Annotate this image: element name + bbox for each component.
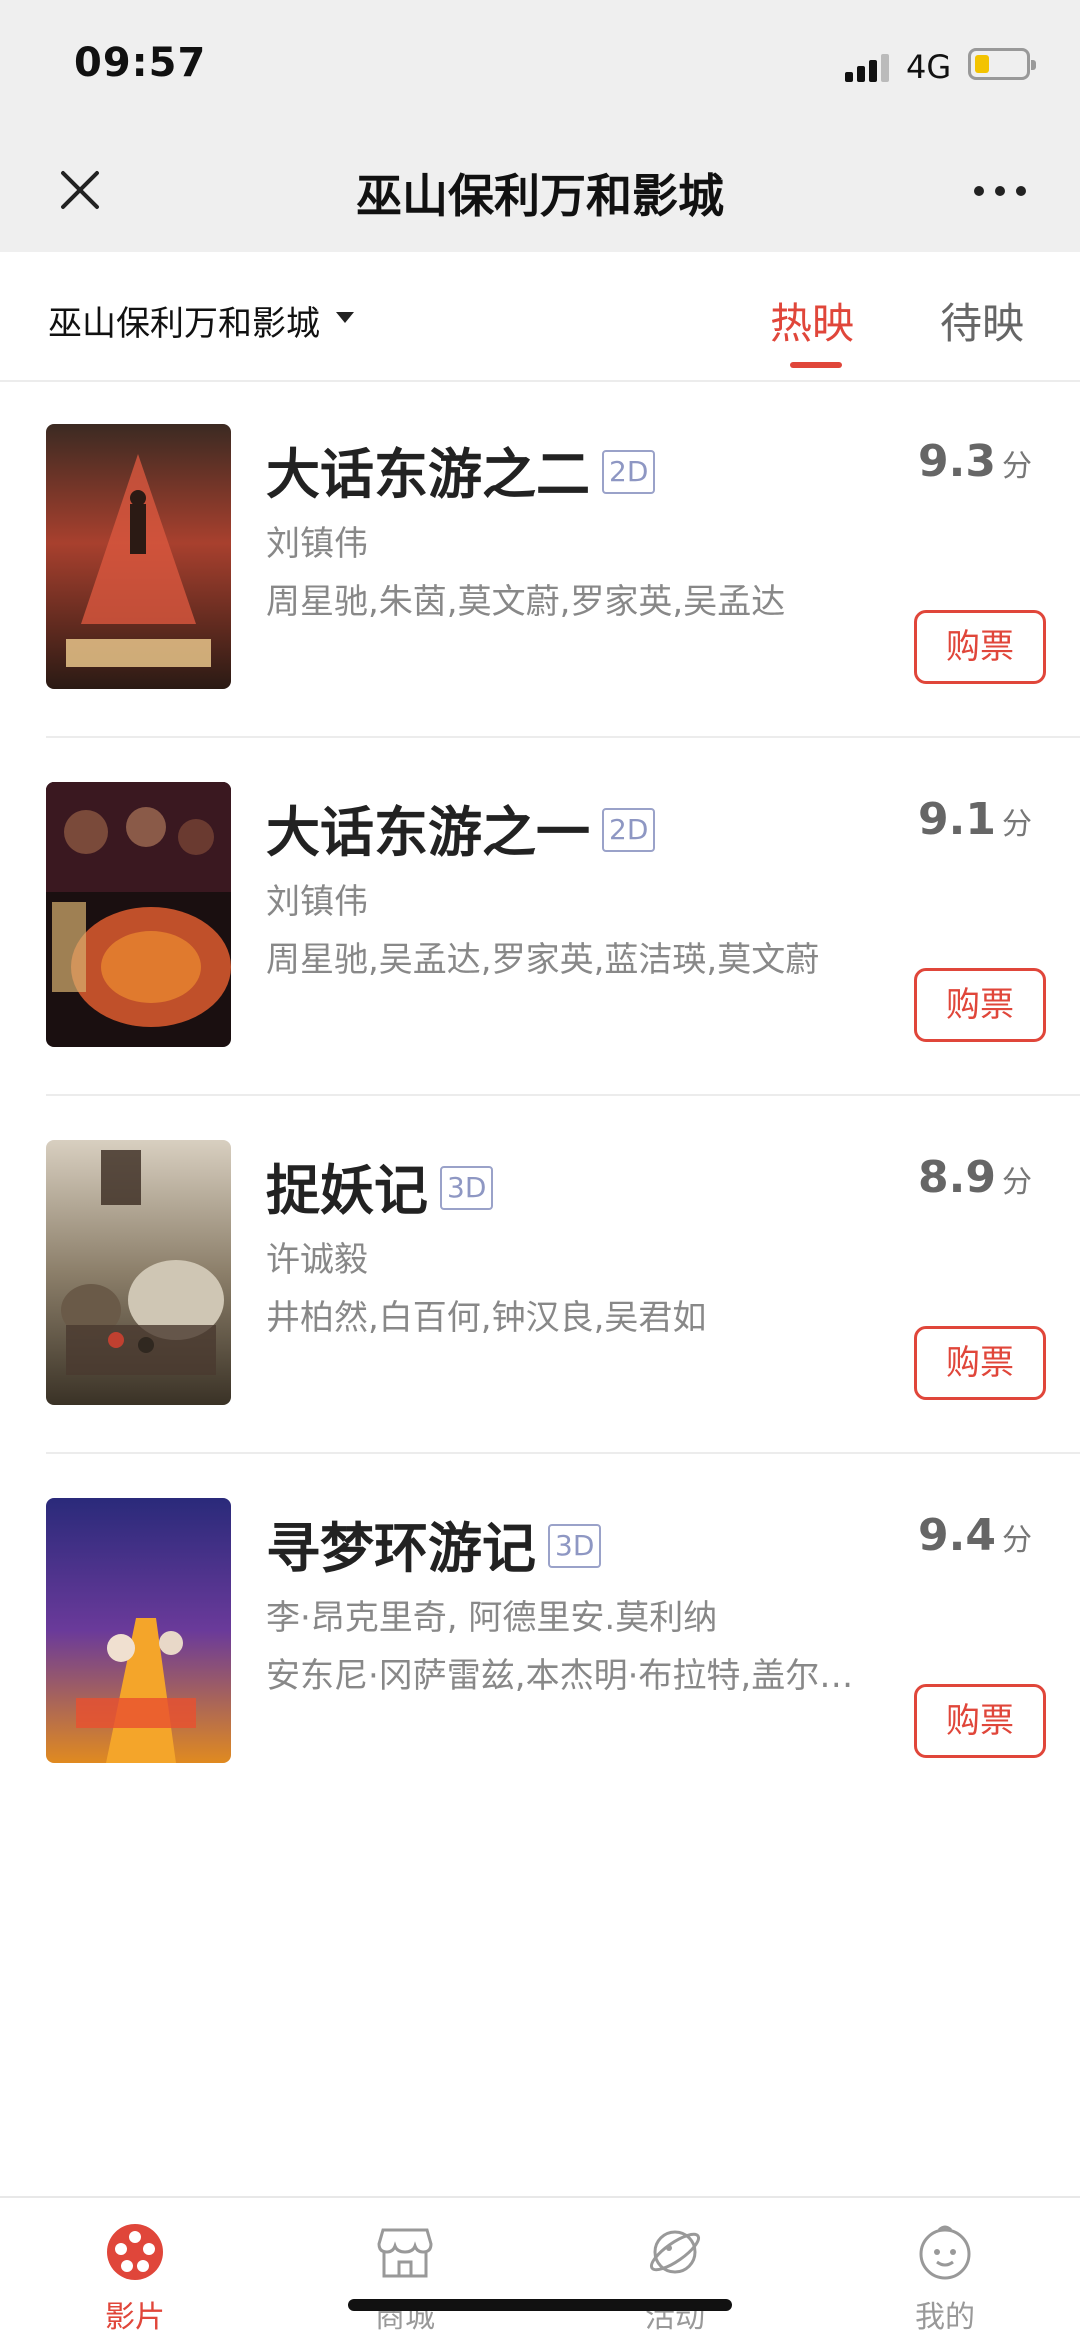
movie-actors: 周星驰,朱茵,莫文蔚,罗家英,吴孟达 xyxy=(266,582,786,622)
movie-item[interactable]: 寻梦环游记 3D 李·昂克里奇, 阿德里安.莫利纳 安东尼·冈萨雷兹,本杰明·布拉… xyxy=(0,1454,1080,1812)
tabbar-item-films[interactable]: 影片 xyxy=(0,2198,270,2341)
buy-ticket-button[interactable]: 购票 xyxy=(914,610,1046,684)
movie-poster[interactable] xyxy=(46,1498,231,1763)
movie-item[interactable]: 捉妖记 3D 许诚毅 井柏然,白百何,钟汉良,吴君如 8.9 分 购票 xyxy=(0,1096,1080,1454)
movie-title: 寻梦环游记 3D xyxy=(266,1504,602,1583)
movie-score: 9.1 分 xyxy=(918,794,1032,845)
movie-poster[interactable] xyxy=(46,424,231,689)
status-bar: 09:57 4G xyxy=(0,0,1080,130)
tabbar-label: 我的 xyxy=(915,2300,975,2335)
tabbar-item-profile[interactable]: 我的 xyxy=(810,2198,1080,2341)
tab-coming-soon[interactable]: 待映 xyxy=(940,290,1024,351)
buy-ticket-button[interactable]: 购票 xyxy=(914,968,1046,1042)
tabbar-item-store[interactable]: 商城 xyxy=(270,2198,540,2341)
network-type: 4G xyxy=(906,48,952,86)
status-time: 09:57 xyxy=(74,40,207,86)
home-indicator[interactable] xyxy=(348,2299,732,2311)
tabbar-label: 影片 xyxy=(105,2300,165,2335)
movie-title: 大话东游之二 2D xyxy=(266,430,656,509)
movie-item[interactable]: 大话东游之二 2D 刘镇伟 周星驰,朱茵,莫文蔚,罗家英,吴孟达 9.3 分 购票 xyxy=(0,380,1080,738)
movie-item[interactable]: 大话东游之一 2D 刘镇伟 周星驰,吴孟达,罗家英,蓝洁瑛,莫文蔚 9.1 分 购票 xyxy=(0,738,1080,1096)
cinema-selector[interactable]: 巫山保利万和影城 xyxy=(48,296,320,345)
buy-ticket-button[interactable]: 购票 xyxy=(914,1684,1046,1758)
movie-poster[interactable] xyxy=(46,1140,231,1405)
format-badge: 2D xyxy=(602,450,656,495)
battery-icon xyxy=(968,48,1036,80)
page-title: 巫山保利万和影城 xyxy=(356,169,724,223)
film-reel-icon xyxy=(107,2224,163,2280)
movie-actors: 周星驰,吴孟达,罗家英,蓝洁瑛,莫文蔚 xyxy=(266,940,820,980)
format-badge: 3D xyxy=(548,1524,602,1569)
movie-score: 8.9 分 xyxy=(918,1152,1032,1203)
movie-actors: 井柏然,白百何,钟汉良,吴君如 xyxy=(266,1298,707,1338)
movie-score: 9.3 分 xyxy=(918,436,1032,487)
bottom-tab-bar: 影片 商城 活动 我的 xyxy=(0,2196,1080,2341)
format-badge: 2D xyxy=(602,808,656,853)
format-badge: 3D xyxy=(440,1166,494,1211)
active-tab-indicator xyxy=(790,362,842,368)
movie-director: 刘镇伟 xyxy=(266,882,368,922)
movie-director: 李·昂克里奇, 阿德里安.莫利纳 xyxy=(266,1598,718,1638)
face-icon xyxy=(919,2225,971,2280)
tab-now-showing[interactable]: 热映 xyxy=(770,290,854,351)
movie-score: 9.4 分 xyxy=(918,1510,1032,1561)
signal-icon xyxy=(845,52,895,82)
movie-director: 刘镇伟 xyxy=(266,524,368,564)
caret-down-icon[interactable] xyxy=(336,312,354,323)
movie-title: 大话东游之一 2D xyxy=(266,788,656,867)
movie-title: 捉妖记 3D xyxy=(266,1146,494,1225)
planet-icon xyxy=(649,2230,701,2274)
nav-bar: 巫山保利万和影城 xyxy=(0,130,1080,252)
more-icon[interactable] xyxy=(970,180,1030,200)
movie-poster[interactable] xyxy=(46,782,231,1047)
movie-director: 许诚毅 xyxy=(266,1240,368,1280)
cinema-tab-bar: 巫山保利万和影城 热映 待映 xyxy=(0,252,1080,382)
store-icon xyxy=(377,2228,433,2278)
tabbar-item-events[interactable]: 活动 xyxy=(540,2198,810,2341)
buy-ticket-button[interactable]: 购票 xyxy=(914,1326,1046,1400)
movie-actors: 安东尼·冈萨雷兹,本杰明·布拉特,盖尔… xyxy=(266,1656,854,1696)
